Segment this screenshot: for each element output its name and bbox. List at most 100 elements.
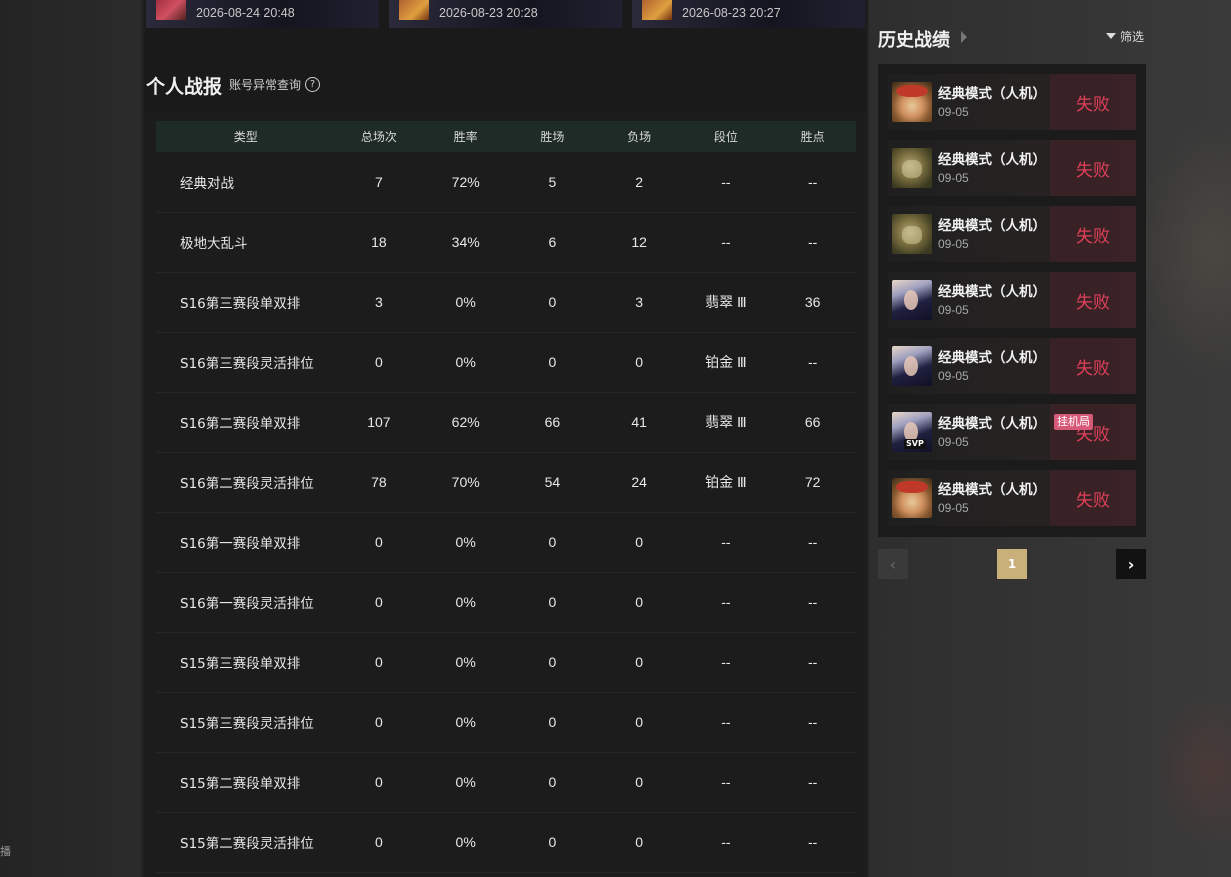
cell-total: 107 <box>367 414 391 430</box>
cell-lp: -- <box>808 354 818 370</box>
match-mode: 经典模式（人机） <box>938 350 1046 366</box>
filter-label: 筛选 <box>1120 30 1145 44</box>
personal-stats-title: 个人战报 <box>146 76 223 98</box>
cell-lp: -- <box>808 234 818 250</box>
cell-total: 0 <box>375 774 383 790</box>
champion-thumbnail <box>399 0 429 20</box>
match-history-item[interactable]: 经典模式（人机） 09-05 失败 <box>888 74 1136 130</box>
cell-total: 3 <box>375 294 383 310</box>
cell-winrate: 70% <box>451 474 480 490</box>
cell-lp: -- <box>808 654 818 670</box>
match-result: 失败 <box>1050 140 1136 196</box>
cell-total: 18 <box>371 234 387 250</box>
cell-type: S16第一赛段灵活排位 <box>180 596 314 612</box>
match-result: 失败 <box>1050 272 1136 328</box>
recent-match-card[interactable]: 2026-08-24 20:48 <box>146 0 379 28</box>
cell-type: 经典对战 <box>180 176 234 192</box>
match-mode: 经典模式（人机） <box>938 284 1046 300</box>
match-mode: 经典模式（人机） <box>938 152 1046 168</box>
cell-total: 0 <box>375 834 383 850</box>
cell-total: 7 <box>375 174 383 190</box>
page: 播 2026-08-24 20:48 2026-08-23 20:28 2026… <box>0 0 1231 877</box>
cell-losses: 0 <box>635 654 644 670</box>
account-abnormal-query-link[interactable]: 账号异常查询 ? <box>229 76 321 93</box>
match-history-item[interactable]: 经典模式（人机） 09-05 失败 <box>888 272 1136 328</box>
cell-wins: 0 <box>548 534 557 550</box>
cell-total: 0 <box>375 714 383 730</box>
cell-total: 0 <box>375 354 383 370</box>
champion-avatar <box>892 346 932 386</box>
champion-avatar <box>892 280 932 320</box>
cell-lp: 66 <box>804 414 821 430</box>
header-losses: 负场 <box>627 130 652 144</box>
recent-match-card[interactable]: 2026-08-23 20:27 <box>632 0 865 28</box>
cell-losses: 2 <box>635 174 644 190</box>
background-art <box>1131 120 1231 380</box>
cell-type: S15第二赛段灵活排位 <box>180 836 314 852</box>
match-date: 09-05 <box>938 171 969 185</box>
cell-total: 0 <box>375 594 383 610</box>
cell-tier: -- <box>721 234 731 250</box>
cell-wins: 0 <box>548 594 557 610</box>
table-row: S16第一赛段单双排 0 0% 0 0 -- -- <box>156 512 856 573</box>
header-tier: 段位 <box>713 130 738 144</box>
expand-arrow-icon[interactable] <box>961 31 967 43</box>
page-number-button[interactable]: 1 <box>997 549 1027 579</box>
cell-total: 78 <box>371 474 387 490</box>
champion-thumbnail <box>642 0 672 20</box>
help-icon[interactable]: ? <box>305 77 321 92</box>
cell-total: 0 <box>375 654 383 670</box>
cell-wins: 5 <box>548 174 557 190</box>
cell-tier: -- <box>721 714 731 730</box>
cell-wins: 6 <box>548 234 557 250</box>
cell-wins: 0 <box>548 354 557 370</box>
cell-tier: -- <box>721 594 731 610</box>
cell-losses: 41 <box>631 414 647 430</box>
match-date: 09-05 <box>938 105 969 119</box>
cell-type: S16第二赛段单双排 <box>180 416 301 432</box>
next-page-button[interactable]: › <box>1116 549 1146 579</box>
cell-type: 极地大乱斗 <box>180 236 248 252</box>
cell-wins: 54 <box>544 474 561 490</box>
table-row: 极地大乱斗 18 34% 6 12 -- -- <box>156 212 856 273</box>
match-history-item[interactable]: SVP 经典模式（人机） 09-05 失败 挂机局 <box>888 404 1136 460</box>
filter-button[interactable]: 筛选 <box>1106 28 1144 45</box>
match-date: 09-05 <box>938 501 969 515</box>
cell-losses: 0 <box>635 354 644 370</box>
match-date: 09-05 <box>938 237 969 251</box>
recent-matches-row: 2026-08-24 20:48 2026-08-23 20:28 2026-0… <box>146 0 866 28</box>
cell-type: S16第三赛段灵活排位 <box>180 356 314 372</box>
match-history-item[interactable]: 经典模式（人机） 09-05 失败 <box>888 206 1136 262</box>
edge-text: 播 <box>0 845 11 858</box>
cell-tier: -- <box>721 534 731 550</box>
cell-tier: 翡翠 Ⅲ <box>705 294 747 310</box>
recent-match-time: 2026-08-24 20:48 <box>196 6 295 20</box>
cell-winrate: 0% <box>455 294 476 310</box>
table-row: S16第二赛段单双排 107 62% 66 41 翡翠 Ⅲ 66 <box>156 392 856 453</box>
cell-winrate: 34% <box>451 234 480 250</box>
svp-badge: SVP <box>904 439 926 449</box>
table-row: S15第二赛段灵活排位 0 0% 0 0 -- -- <box>156 812 856 873</box>
filter-icon <box>1106 32 1116 39</box>
table-row: S16第三赛段灵活排位 0 0% 0 0 铂金 Ⅲ -- <box>156 332 856 393</box>
cell-winrate: 0% <box>455 654 476 670</box>
match-result: 失败 <box>1050 470 1136 526</box>
match-history-item[interactable]: 经典模式（人机） 09-05 失败 <box>888 140 1136 196</box>
cell-wins: 66 <box>544 414 561 430</box>
cell-wins: 0 <box>548 654 557 670</box>
cell-wins: 0 <box>548 834 557 850</box>
match-history-list: 经典模式（人机） 09-05 失败 经典模式（人机） 09-05 失败 经典模式（人机） 09… <box>878 64 1146 537</box>
cell-lp: -- <box>808 594 818 610</box>
match-result: 失败 <box>1050 206 1136 262</box>
cell-losses: 0 <box>635 834 644 850</box>
cell-type: S16第二赛段灵活排位 <box>180 476 314 492</box>
match-history-item[interactable]: 经典模式（人机） 09-05 失败 <box>888 338 1136 394</box>
champion-avatar <box>892 148 932 188</box>
match-history-item[interactable]: 经典模式（人机） 09-05 失败 <box>888 470 1136 526</box>
cell-wins: 0 <box>548 774 557 790</box>
cell-losses: 0 <box>635 774 644 790</box>
recent-match-card[interactable]: 2026-08-23 20:28 <box>389 0 622 28</box>
prev-page-button[interactable]: ‹ <box>878 549 908 579</box>
cell-lp: -- <box>808 834 818 850</box>
personal-stats-table: 类型 总场次 胜率 胜场 负场 段位 胜点 经典对战 7 72% 5 2 -- -- 极地大乱… <box>146 111 866 877</box>
